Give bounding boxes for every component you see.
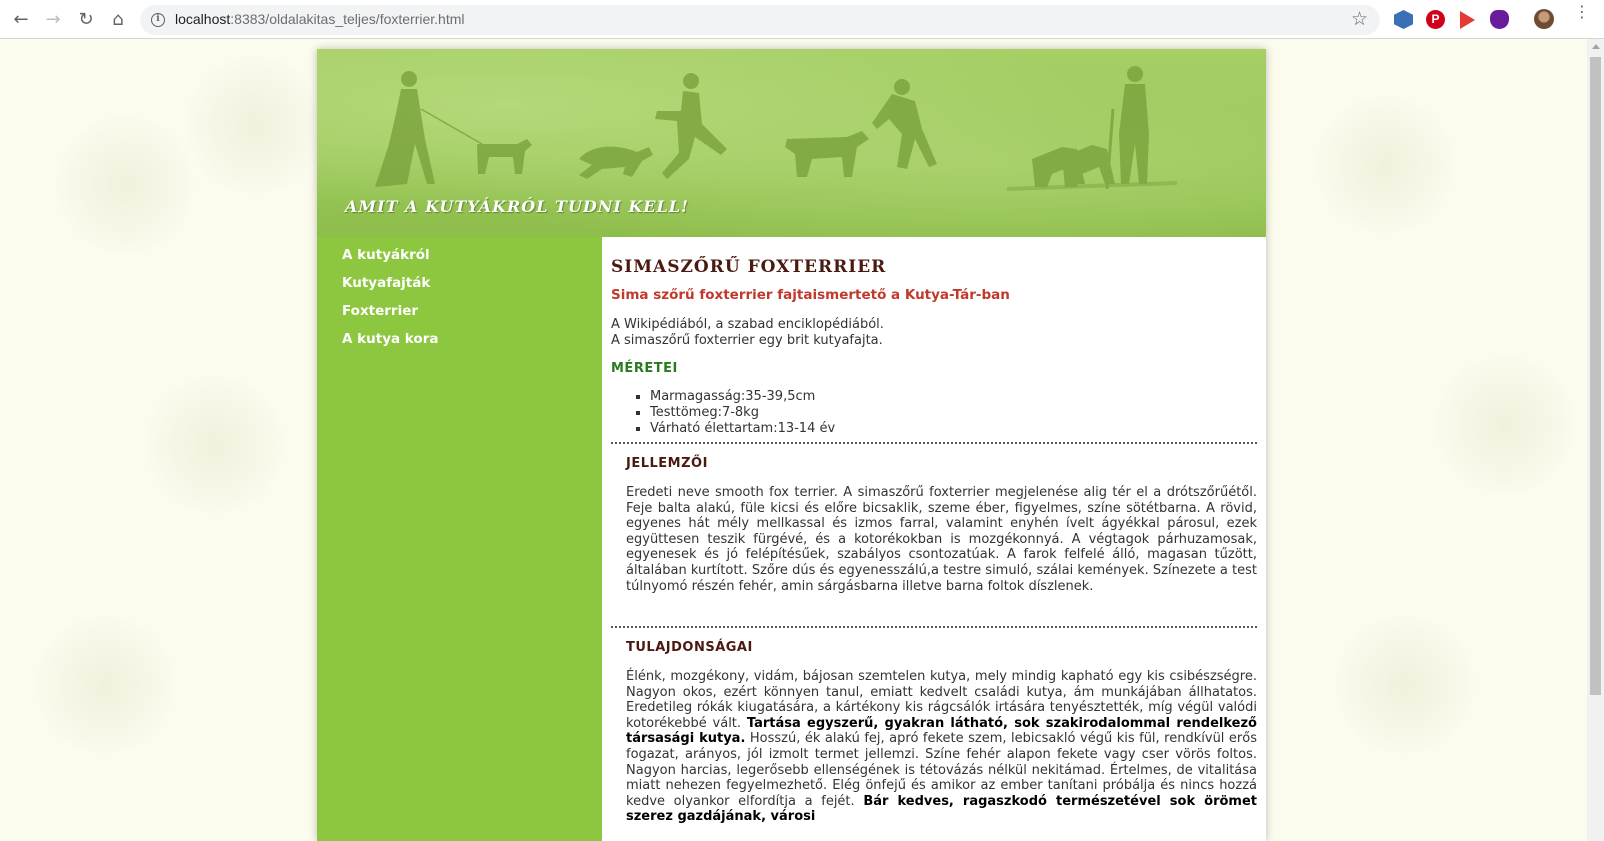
url-path: :8383/oldalakitas_teljes/foxterrier.html bbox=[230, 11, 465, 27]
address-bar[interactable]: i localhost:8383/oldalakitas_teljes/foxt… bbox=[140, 5, 1380, 35]
jellemzoi-text: Eredeti neve smooth fox terrier. A simas… bbox=[626, 485, 1257, 594]
play-extension-icon[interactable] bbox=[1458, 10, 1477, 29]
pinterest-icon[interactable]: P bbox=[1426, 10, 1445, 29]
sidebar-item-a-kutya-kora[interactable]: A kutya kora bbox=[342, 331, 438, 347]
kutya-tar-link[interactable]: Sima szőrű foxterrier fajtaismertető a K… bbox=[611, 287, 1010, 303]
site-header: Amit a kutyákról tudni kell! bbox=[317, 49, 1266, 237]
tulajdonsagai-heading: TULAJDONSÁGAI bbox=[626, 640, 753, 655]
sizes-heading: MÉRETEI bbox=[611, 361, 678, 376]
site-title: Amit a kutyákról tudni kell! bbox=[345, 197, 690, 216]
sidebar-nav: A kutyákról Kutyafajták Foxterrier A kut… bbox=[317, 237, 602, 841]
jellemzoi-heading: JELLEMZŐI bbox=[626, 456, 708, 471]
scroll-up-arrow-icon[interactable] bbox=[1592, 44, 1600, 49]
home-icon[interactable]: ⌂ bbox=[106, 8, 130, 32]
sizes-list: Marmagasság:35-39,5cm Testtömeg:7-8kg Vá… bbox=[650, 389, 835, 437]
tulajdonsagai-text: Élénk, mozgékony, vidám, bájosan szemtel… bbox=[626, 669, 1257, 825]
back-arrow-icon[interactable]: ← bbox=[9, 8, 33, 32]
list-item: Marmagasság:35-39,5cm bbox=[650, 389, 835, 405]
url-text[interactable]: localhost:8383/oldalakitas_teljes/foxter… bbox=[175, 11, 465, 27]
browser-toolbar: ← → ↻ ⌂ i localhost:8383/oldalakitas_tel… bbox=[0, 0, 1604, 39]
section-divider bbox=[611, 442, 1257, 444]
page-title: SIMASZŐRŰ FOXTERRIER bbox=[611, 257, 887, 277]
intro-text: A Wikipédiából, a szabad enciklopédiából… bbox=[611, 317, 884, 349]
reload-icon[interactable]: ↻ bbox=[74, 8, 98, 32]
intro-line-2: A simaszőrű foxterrier egy brit kutyafaj… bbox=[611, 333, 883, 348]
page-scrollbar[interactable] bbox=[1587, 39, 1604, 841]
url-host: localhost bbox=[175, 11, 231, 27]
main-content: SIMASZŐRŰ FOXTERRIER Sima szőrű foxterri… bbox=[602, 237, 1266, 841]
browser-menu-icon[interactable]: ⋮ bbox=[1574, 4, 1590, 20]
list-item: Várható élettartam:13-14 év bbox=[650, 421, 835, 437]
sidebar-item-a-kutyakrol[interactable]: A kutyákról bbox=[342, 247, 430, 263]
info-icon[interactable]: i bbox=[151, 13, 165, 27]
forward-arrow-icon[interactable]: → bbox=[41, 8, 65, 32]
list-item: Testtömeg:7-8kg bbox=[650, 405, 835, 421]
bookmark-star-icon[interactable]: ☆ bbox=[1351, 8, 1368, 30]
scrollbar-thumb[interactable] bbox=[1590, 57, 1601, 695]
bug-extension-icon[interactable] bbox=[1490, 10, 1509, 29]
intro-line-1: A Wikipédiából, a szabad enciklopédiából… bbox=[611, 317, 884, 332]
sidebar-item-kutyafajtak[interactable]: Kutyafajták bbox=[342, 275, 430, 291]
extension-cube-icon[interactable] bbox=[1394, 10, 1413, 29]
section-divider bbox=[611, 626, 1257, 628]
profile-avatar[interactable] bbox=[1534, 9, 1554, 29]
sidebar-item-foxterrier[interactable]: Foxterrier bbox=[342, 303, 418, 319]
page-wrapper: Amit a kutyákról tudni kell! A kutyákról… bbox=[317, 49, 1266, 841]
